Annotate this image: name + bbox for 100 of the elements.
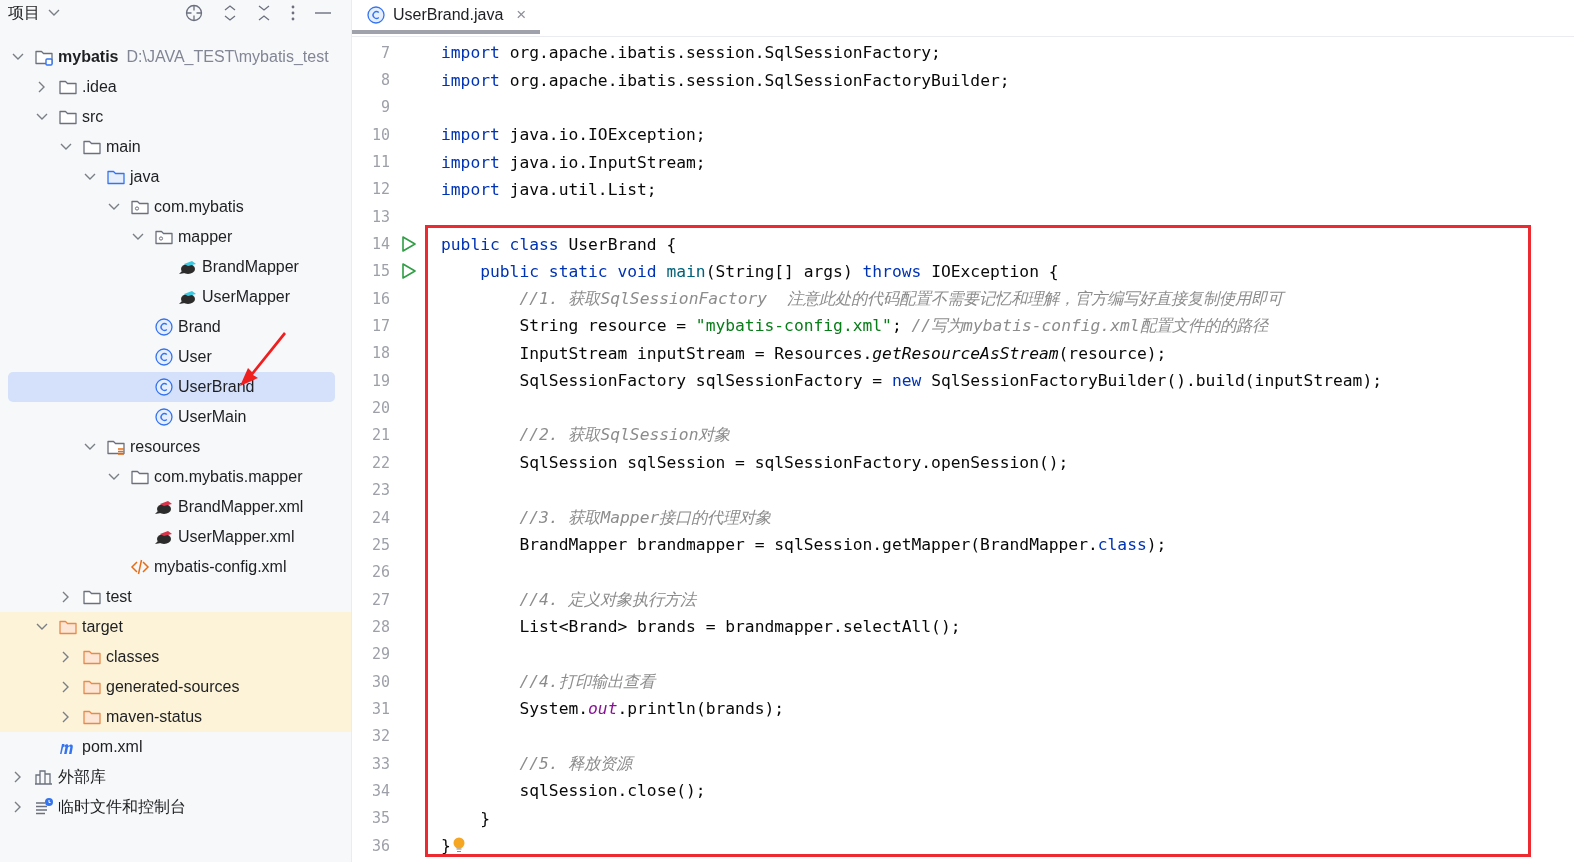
tree-item[interactable]: .idea: [0, 72, 351, 102]
chevron-down-icon[interactable]: [48, 9, 60, 17]
line-number: 17: [370, 317, 390, 336]
code-line: }: [440, 836, 451, 856]
tree-item[interactable]: java: [0, 162, 351, 192]
line-number: 31: [370, 699, 390, 718]
chevron-right-icon[interactable]: [14, 801, 22, 813]
line-number: 23: [370, 481, 390, 500]
chevron-down-icon[interactable]: [60, 143, 72, 151]
tree-item[interactable]: classes: [0, 642, 351, 672]
tree-item[interactable]: test: [0, 582, 351, 612]
line-number: 32: [370, 727, 390, 746]
line-number: 21: [370, 426, 390, 445]
line-number: 8: [379, 71, 390, 89]
code-line: sqlSession.close();: [518, 781, 706, 801]
line-number: 20: [370, 399, 390, 418]
class-icon: [154, 317, 174, 337]
line-number: 19: [370, 371, 390, 390]
run-icon[interactable]: [401, 262, 417, 281]
chevron-down-icon[interactable]: [84, 443, 96, 451]
tree-item[interactable]: generated-sources: [0, 672, 351, 702]
tree-item[interactable]: com.mybatis.mapper: [0, 462, 351, 492]
tree-item[interactable]: BrandMapper.xml: [0, 492, 351, 522]
tree-item[interactable]: mybatis-config.xml: [0, 552, 351, 582]
chevron-down-icon[interactable]: [12, 53, 24, 61]
code-line: //2. 获取SqlSession对象: [518, 424, 731, 447]
panel-title[interactable]: 项目: [8, 2, 40, 24]
code-line: //5. 释放资源: [518, 752, 633, 775]
chevron-down-icon[interactable]: [36, 113, 48, 121]
code-line: public class UserBrand {: [440, 234, 677, 254]
line-number: 16: [370, 289, 390, 308]
collapse-icon[interactable]: [257, 4, 271, 22]
chevron-right-icon[interactable]: [38, 81, 46, 93]
code-line: }: [479, 808, 490, 828]
line-number: 12: [370, 180, 390, 199]
code-line: InputStream inputStream = Resources.getResourceAsStream(resource);: [518, 343, 1167, 363]
code-line: BrandMapper brandmapper = sqlSession.getMapper(BrandMapper.class);: [518, 535, 1167, 555]
tree-item[interactable]: pom.xml: [0, 732, 351, 762]
line-number: 28: [370, 617, 390, 636]
line-number: 9: [379, 98, 390, 117]
line-number: 15: [370, 262, 390, 281]
tree-item[interactable]: maven-status: [0, 702, 351, 732]
line-number: 27: [370, 590, 390, 609]
lightbulb-icon[interactable]: [452, 836, 465, 855]
class-icon: [154, 347, 174, 367]
line-number: 26: [370, 563, 390, 582]
tree-item[interactable]: 外部库: [0, 762, 351, 792]
class-icon: [366, 5, 386, 25]
line-number: 30: [370, 672, 390, 691]
tree-item[interactable]: mapper: [0, 222, 351, 252]
code-line: import java.util.List;: [440, 179, 657, 199]
chevron-down-icon[interactable]: [108, 473, 120, 481]
tree-item[interactable]: BrandMapper: [0, 252, 351, 282]
tree-item[interactable]: 临时文件和控制台: [0, 792, 351, 822]
code-line: import org.apache.ibatis.session.SqlSessionFactory;: [440, 43, 941, 63]
expand-icon[interactable]: [223, 4, 237, 22]
tree-item[interactable]: UserBrand: [8, 372, 335, 402]
code-line: public static void main(String[] args) throws IOException {: [479, 261, 1059, 281]
chevron-right-icon[interactable]: [62, 651, 70, 663]
tree-item[interactable]: UserMain: [0, 402, 351, 432]
tree-item[interactable]: target: [0, 612, 351, 642]
tree-item[interactable]: mybatis D:\JAVA_TEST\mybatis_test: [0, 42, 351, 72]
code-line: List<Brand> brands = brandmapper.selectAll();: [518, 617, 961, 637]
tree-item[interactable]: com.mybatis: [0, 192, 351, 222]
tree-item[interactable]: UserMapper: [0, 282, 351, 312]
line-number: 34: [370, 781, 390, 800]
code-line: //4.打印输出查看: [518, 670, 655, 693]
chevron-down-icon[interactable]: [36, 623, 48, 631]
line-number: 33: [370, 754, 390, 773]
line-number: 18: [370, 344, 390, 363]
class-icon: [154, 377, 174, 397]
code-line: SqlSessionFactory sqlSessionFactory = new SqlSessionFactoryBuilder().build(inputStream);: [518, 371, 1383, 391]
line-number: 11: [370, 153, 390, 172]
code-line: //3. 获取Mapper接口的代理对象: [518, 506, 772, 529]
line-number: 14: [370, 235, 390, 254]
chevron-down-icon[interactable]: [132, 233, 144, 241]
line-number: 25: [370, 535, 390, 554]
chevron-down-icon[interactable]: [84, 173, 96, 181]
code-line: SqlSession sqlSession = sqlSessionFactory.openSession();: [518, 453, 1069, 473]
tree-item[interactable]: main: [0, 132, 351, 162]
tree-item[interactable]: src: [0, 102, 351, 132]
tree-item[interactable]: User: [0, 342, 351, 372]
run-icon[interactable]: [401, 235, 417, 254]
tree-item[interactable]: UserMapper.xml: [0, 522, 351, 552]
line-number: 7: [379, 43, 390, 62]
more-icon[interactable]: [291, 5, 295, 21]
line-number: 36: [370, 836, 390, 855]
line-number: 29: [370, 645, 390, 664]
editor-tab[interactable]: UserBrand.java ×: [352, 0, 541, 34]
chevron-down-icon[interactable]: [108, 203, 120, 211]
project-path: D:\JAVA_TEST\mybatis_test: [126, 48, 329, 66]
tree-item[interactable]: resources: [0, 432, 351, 462]
line-number: 35: [370, 809, 390, 828]
tree-item[interactable]: Brand: [0, 312, 351, 342]
chevron-right-icon[interactable]: [14, 771, 22, 783]
chevron-right-icon[interactable]: [62, 591, 70, 603]
crosshair-icon[interactable]: [185, 4, 203, 22]
line-number: 22: [370, 453, 390, 472]
chevron-right-icon[interactable]: [62, 681, 70, 693]
chevron-right-icon[interactable]: [62, 711, 70, 723]
